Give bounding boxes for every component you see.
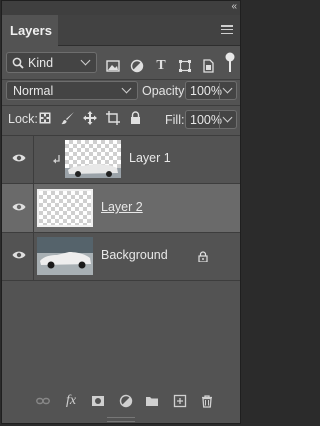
lock-all-icon[interactable]	[130, 111, 141, 124]
panel-menu-icon[interactable]	[221, 25, 233, 35]
chevron-down-icon	[80, 55, 91, 66]
delete-layer-icon[interactable]	[200, 394, 214, 408]
layers-footer-toolbar: fx	[2, 387, 240, 415]
layer-thumbnail	[37, 189, 93, 227]
lock-icon[interactable]	[198, 251, 208, 262]
layer-row-background[interactable]: Background	[2, 232, 240, 280]
add-mask-icon[interactable]	[91, 394, 105, 408]
layer-thumbnail	[37, 237, 93, 275]
layer-row-layer-1[interactable]: Layer 1	[2, 135, 240, 183]
layer-name[interactable]: Layer 1	[129, 151, 171, 165]
layer-name[interactable]: Layer 2	[101, 200, 143, 214]
divider	[2, 280, 240, 281]
new-adjustment-icon[interactable]	[119, 394, 133, 408]
new-group-icon[interactable]	[145, 394, 159, 408]
divider	[33, 184, 34, 232]
visibility-eye-icon[interactable]	[12, 250, 26, 260]
panel-title-bar: «	[2, 1, 240, 15]
type-filter-icon[interactable]: T	[154, 59, 168, 73]
visibility-eye-icon[interactable]	[12, 153, 26, 163]
lock-transparent-pixels-icon[interactable]	[39, 112, 51, 124]
layer-row-layer-2[interactable]: Layer 2	[2, 184, 240, 232]
new-layer-icon[interactable]	[173, 394, 187, 408]
adjustment-filter-icon[interactable]	[130, 59, 144, 73]
search-icon	[12, 57, 24, 69]
filter-kind-label: Kind	[28, 56, 54, 70]
link-layers-icon[interactable]	[36, 394, 50, 408]
divider	[33, 232, 34, 280]
opacity-field[interactable]: 100%	[185, 81, 237, 100]
layers-panel: « Layers Kind T Normal Opacity: 100% Loc…	[1, 0, 241, 424]
opacity-label: Opacity:	[142, 84, 188, 98]
clipping-mask-icon	[53, 155, 60, 164]
chevron-down-icon	[222, 83, 233, 94]
layer-name[interactable]: Background	[101, 248, 168, 262]
opacity-value: 100%	[190, 84, 222, 98]
lock-artboard-icon[interactable]	[106, 111, 120, 125]
fill-label: Fill:	[165, 113, 185, 127]
fill-field[interactable]: 100%	[185, 110, 237, 129]
smart-object-filter-icon[interactable]	[201, 59, 215, 73]
resize-grip[interactable]	[107, 417, 135, 422]
chevron-down-icon	[121, 83, 132, 94]
chevron-down-icon	[222, 112, 233, 123]
tab-layers[interactable]: Layers	[2, 15, 58, 46]
layer-thumbnail	[65, 140, 121, 178]
panel-tab-row: Layers	[2, 15, 240, 46]
divider	[2, 105, 240, 106]
blend-mode-value: Normal	[13, 84, 54, 98]
divider	[33, 135, 34, 183]
lock-position-icon[interactable]	[83, 111, 97, 125]
fx-icon[interactable]: fx	[64, 394, 78, 408]
shape-filter-icon[interactable]	[178, 59, 192, 73]
fill-value: 100%	[190, 113, 222, 127]
divider	[2, 79, 240, 80]
filter-kind-select[interactable]: Kind	[6, 52, 97, 73]
collapse-panel-icon[interactable]: «	[231, 1, 236, 12]
filter-toggle-icon[interactable]	[224, 51, 236, 73]
lock-label: Lock:	[8, 112, 38, 126]
lock-image-pixels-icon[interactable]	[61, 111, 75, 125]
blend-mode-select[interactable]: Normal	[6, 81, 138, 100]
visibility-eye-icon[interactable]	[12, 202, 26, 212]
image-filter-icon[interactable]	[106, 59, 120, 73]
